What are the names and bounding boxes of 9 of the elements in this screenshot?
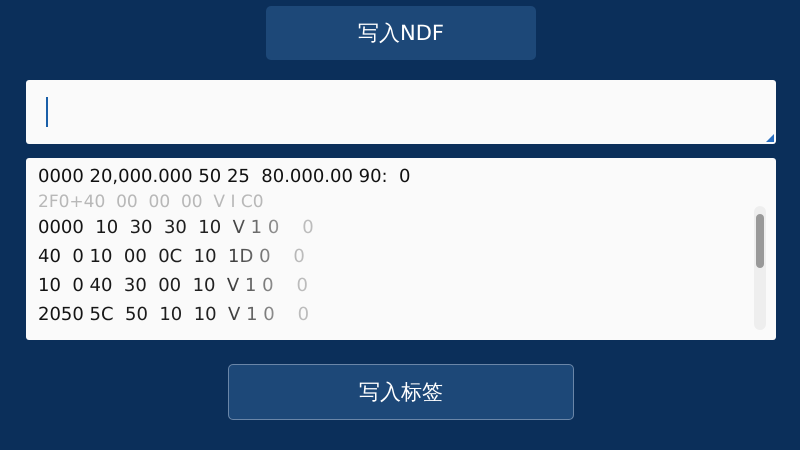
data-line: 2F0+40 00 00 00 V I C0 — [38, 191, 265, 213]
input-field[interactable] — [26, 80, 776, 144]
write-tag-button[interactable]: 写入标签 — [228, 364, 574, 420]
title-button[interactable]: 写入NDF — [266, 6, 536, 60]
data-line: 0000 20,000.000 50 25 80.000.00 90: 0 — [38, 165, 412, 189]
scrollbar-thumb[interactable] — [756, 214, 764, 268]
scrollbar[interactable] — [754, 206, 766, 330]
resize-grip-icon[interactable] — [766, 134, 774, 142]
data-text-area[interactable]: 0000 20,000.000 50 25 80.000.00 90: 0 2F0+40 00 00 00 V I C0 0000 10 30 30 10 V 1 0 0 40 0 10 00 0C 10 1D 0 0 10 0 40 30 00 10 V 1 0 0 2050 5C 50 10 10 V 1 0 0 — [26, 158, 776, 340]
